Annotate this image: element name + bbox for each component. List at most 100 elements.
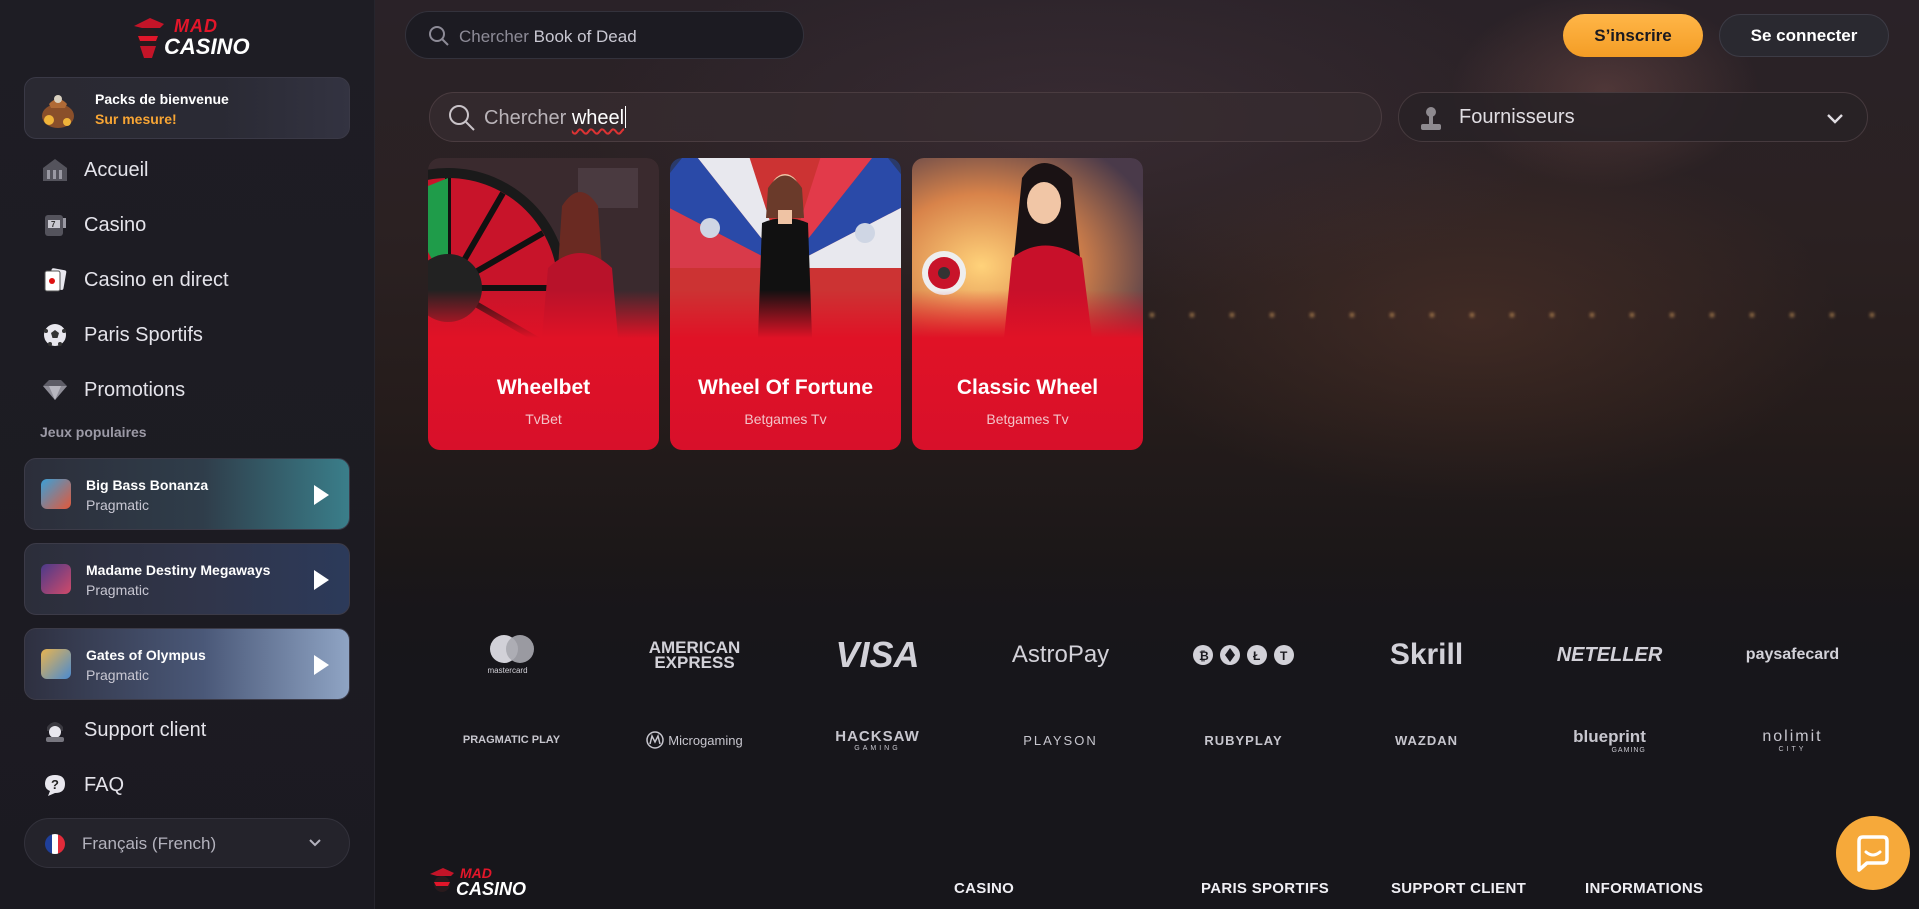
signup-button[interactable]: S’inscrire	[1563, 14, 1703, 57]
game-thumbnail	[41, 564, 71, 594]
blueprint-logo: blueprint GAMING	[1518, 716, 1701, 764]
svg-text:?: ?	[51, 777, 59, 792]
play-icon[interactable]	[314, 570, 329, 590]
france-flag-icon	[45, 834, 65, 854]
blueprint-subtitle: GAMING	[1611, 746, 1646, 754]
language-selected: Français (French)	[82, 834, 217, 853]
visa-logo: VISA	[786, 632, 969, 678]
text-caret	[625, 106, 627, 128]
popular-game-provider: Pragmatic	[86, 667, 150, 683]
amex-text: AMERICAN EXPRESS	[648, 638, 741, 672]
popular-games-title: Jeux populaires	[40, 424, 147, 440]
search-prefix: Chercher	[484, 107, 567, 129]
popular-game-card[interactable]: Gates of Olympus Pragmatic	[24, 628, 350, 700]
welcome-packs-banner[interactable]: Packs de bienvenue Sur mesure!	[24, 77, 350, 139]
game-title: Classic Wheel	[956, 376, 1099, 399]
play-icon[interactable]	[314, 655, 329, 675]
search-prefix: Chercher	[459, 27, 529, 46]
skrill-text: Skrill	[1389, 638, 1464, 671]
popular-game-card[interactable]: Madame Destiny Megaways Pragmatic	[24, 543, 350, 615]
search-icon	[449, 105, 475, 131]
popular-game-name: Madame Destiny Megaways	[86, 562, 271, 578]
sidebar: MAD CASINO Packs de bienvenue Sur mesure…	[0, 0, 375, 909]
diamond-icon	[40, 375, 70, 405]
astropay-logo: AstroPay	[969, 632, 1152, 678]
hacksaw-logo: HACKSAW GAMING	[786, 716, 969, 764]
game-provider: TvBet	[525, 411, 562, 427]
soccer-ball-icon	[40, 320, 70, 350]
language-selector[interactable]: Français (French)	[24, 818, 350, 868]
home-icon	[40, 155, 70, 185]
logo-casino-text: CASINO	[456, 879, 527, 899]
crypto-logos: ₿ Ł T	[1152, 632, 1335, 678]
play-icon[interactable]	[314, 485, 329, 505]
nav-item-label: Casino en direct	[84, 268, 229, 291]
nav-item-promotions[interactable]: Promotions	[24, 368, 350, 412]
paysafecard-logo: paysafecard	[1701, 632, 1884, 678]
hacksaw-subtitle: GAMING	[854, 745, 901, 752]
search-example: Book of Dead	[533, 27, 637, 46]
nav-item-label: Accueil	[84, 158, 149, 181]
blueprint-text: blueprint	[1573, 726, 1646, 746]
footer-link-informations[interactable]: INFORMATIONS	[1585, 880, 1703, 897]
support-agent-icon	[40, 715, 70, 745]
game-provider: Betgames Tv	[744, 411, 827, 427]
slot-machine-icon: 7	[40, 210, 70, 240]
mastercard-logo: mastercard	[420, 632, 603, 678]
nav-item-casino-direct[interactable]: Casino en direct	[24, 258, 350, 302]
header-search-input[interactable]: Chercher Book of Dead	[405, 11, 804, 59]
footer-link-casino[interactable]: CASINO	[954, 880, 1014, 897]
welcome-title: Packs de bienvenue	[95, 91, 229, 107]
nolimit-text: nolimit	[1762, 727, 1823, 745]
nav-item-casino[interactable]: 7 Casino	[24, 203, 350, 247]
rubyplay-text: RUBYPLAY	[1204, 732, 1283, 748]
hacksaw-text: HACKSAW	[835, 728, 920, 745]
playson-logo: PLAYSON	[969, 716, 1152, 764]
microgaming-logo: Microgaming	[603, 716, 786, 764]
welcome-subtitle: Sur mesure!	[95, 111, 177, 127]
pragmatic-text: PRAGMATIC PLAY	[462, 734, 561, 746]
logo-casino-text: CASINO	[164, 34, 250, 59]
nav-item-faq[interactable]: ? FAQ	[24, 763, 350, 807]
skrill-logo: Skrill	[1335, 632, 1518, 678]
footer-link-support-client[interactable]: SUPPORT CLIENT	[1391, 880, 1526, 897]
nav-item-paris-sportifs[interactable]: Paris Sportifs	[24, 313, 350, 357]
nav-item-support[interactable]: Support client	[24, 708, 350, 752]
popular-game-provider: Pragmatic	[86, 497, 150, 513]
rubyplay-logo: RUBYPLAY	[1152, 716, 1335, 764]
game-card-wheel-of-fortune[interactable]: Wheel Of Fortune Betgames Tv	[670, 158, 901, 450]
svg-text:T: T	[1280, 649, 1288, 663]
game-title: Wheelbet	[496, 376, 591, 399]
footer-logo[interactable]: MAD CASINO	[428, 863, 528, 903]
live-chat-button[interactable]	[1836, 816, 1910, 890]
svg-text:7: 7	[51, 220, 56, 229]
site-logo[interactable]: MAD CASINO	[130, 12, 250, 64]
popular-game-provider: Pragmatic	[86, 582, 150, 598]
chat-bubble-icon	[1857, 835, 1889, 872]
microgaming-m-icon	[646, 731, 665, 749]
popular-game-card[interactable]: Big Bass Bonanza Pragmatic	[24, 458, 350, 530]
astropay-text: AstroPay	[1011, 641, 1110, 668]
login-button[interactable]: Se connecter	[1719, 14, 1889, 57]
crypto-coins-icon: ₿ Ł T	[1192, 645, 1294, 665]
header-search-placeholder: Chercher Book of Dead	[459, 27, 637, 47]
game-thumbnail	[41, 479, 71, 509]
search-icon	[429, 26, 449, 46]
chevron-down-icon	[309, 839, 321, 847]
game-title: Wheel Of Fortune	[698, 376, 873, 399]
footer-link-paris-sportifs[interactable]: PARIS SPORTIFS	[1201, 880, 1329, 897]
providers-label: Fournisseurs	[1459, 106, 1575, 128]
game-providers-row: PRAGMATIC PLAY Microgaming HACKSAW GAMIN…	[420, 716, 1890, 764]
game-search-input[interactable]: Chercher wheel	[429, 92, 1382, 142]
game-card-wheelbet[interactable]: Wheelbet TvBet	[428, 158, 659, 450]
nolimit-subtitle: CITY	[1778, 745, 1807, 753]
search-value: wheel	[571, 107, 625, 129]
nav-item-accueil[interactable]: Accueil	[24, 148, 350, 192]
game-card-classic-wheel[interactable]: Classic Wheel Betgames Tv	[912, 158, 1143, 450]
mascot-icon	[430, 868, 454, 892]
nav-item-label: Casino	[84, 213, 147, 236]
popular-game-name: Gates of Olympus	[86, 647, 206, 663]
cards-icon	[40, 265, 70, 295]
providers-dropdown[interactable]: Fournisseurs	[1398, 92, 1868, 142]
mastercard-circles-icon	[489, 635, 534, 663]
